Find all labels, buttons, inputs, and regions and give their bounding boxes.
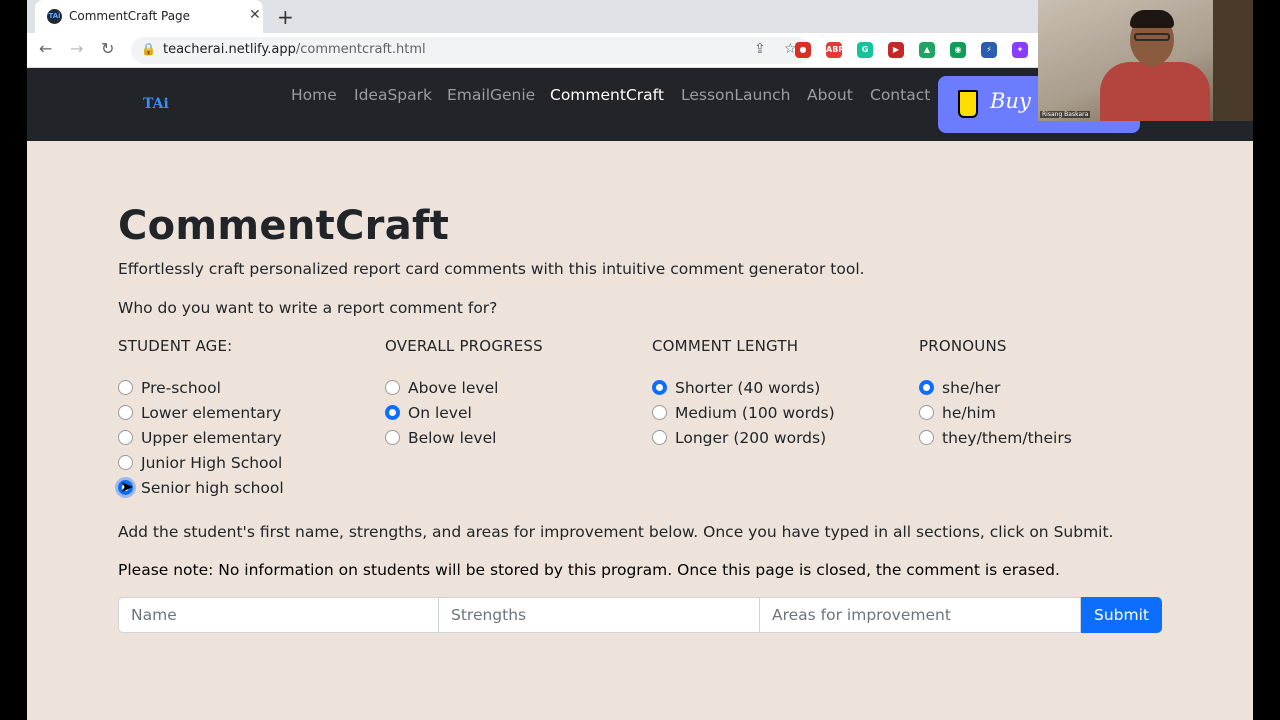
improvement-input[interactable] [760, 597, 1081, 633]
forward-icon[interactable]: → [70, 39, 83, 58]
radio-button[interactable] [118, 405, 133, 420]
screen: TAi CommentCraft Page ✕ + ← → ↻ 🔒 teache… [27, 0, 1253, 720]
radio-label: On level [408, 403, 472, 422]
pronouns-option[interactable]: he/him [919, 400, 1179, 425]
student-age-option[interactable]: Senior high school [118, 475, 378, 500]
radio-label: Upper elementary [141, 428, 282, 447]
webcam-name-label: Risang Baskara [1040, 111, 1091, 118]
page-lead: Effortlessly craft personalized report c… [118, 260, 865, 278]
instructions-text: Add the student's first name, strengths,… [118, 523, 1114, 541]
reload-icon[interactable]: ↻ [101, 39, 114, 58]
student-age-title: STUDENT AGE: [118, 337, 233, 355]
radio-button[interactable] [919, 405, 934, 420]
radio-label: Lower elementary [141, 403, 282, 422]
student-age-option[interactable]: Lower elementary [118, 400, 378, 425]
site-logo[interactable]: TAi [143, 96, 169, 112]
nav-contact[interactable]: Contact [870, 86, 930, 104]
webcam-person-glasses [1134, 33, 1170, 41]
radio-button[interactable] [118, 430, 133, 445]
radio-button[interactable] [919, 380, 934, 395]
sparkle-extension-icon[interactable]: ✦ [1012, 42, 1028, 58]
pronouns-option[interactable]: she/her [919, 375, 1179, 400]
stop-extension-icon[interactable]: ● [795, 42, 811, 58]
webcam-person-body [1100, 62, 1210, 121]
submit-button[interactable]: Submit [1081, 597, 1162, 633]
close-icon[interactable]: ✕ [249, 7, 261, 23]
browser-tab[interactable]: TAi CommentCraft Page ✕ [35, 0, 263, 33]
radio-label: he/him [942, 403, 996, 422]
pronouns-group: PRONOUNS she/her he/him they/them/theirs [919, 337, 1179, 450]
strengths-input[interactable] [439, 597, 760, 633]
media-extension-icon[interactable]: ▶ [888, 42, 904, 58]
privacy-note: Please note: No information on students … [118, 561, 1060, 579]
radio-label: Senior high school [141, 478, 284, 497]
page-title: CommentCraft [118, 203, 450, 249]
radio-button[interactable] [118, 380, 133, 395]
url-text: teacherai.netlify.app/commentcraft.html [163, 42, 426, 57]
student-age-option[interactable]: Pre-school [118, 375, 378, 400]
radio-label: Above level [408, 378, 499, 397]
radio-button[interactable] [652, 405, 667, 420]
radio-label: they/them/theirs [942, 428, 1072, 447]
overall-progress-group: OVERALL PROGRESS Above level On level Below… [385, 337, 645, 450]
mouse-cursor-icon: ➤ [120, 477, 134, 496]
address-bar[interactable]: 🔒 teacherai.netlify.app/commentcraft.htm… [131, 37, 811, 64]
webcam-shelf [1213, 0, 1253, 121]
comment-length-title: COMMENT LENGTH [652, 337, 799, 355]
overall-progress-option[interactable]: Below level [385, 425, 645, 450]
radio-label: Junior High School [141, 453, 283, 472]
radio-label: Pre-school [141, 378, 221, 397]
radio-button[interactable] [919, 430, 934, 445]
new-tab-icon[interactable]: + [277, 5, 294, 29]
radio-label: Medium (100 words) [675, 403, 835, 422]
screen-recorder-extension-icon[interactable]: ◉ [950, 42, 966, 58]
student-age-option[interactable]: Junior High School [118, 450, 378, 475]
tab-title: CommentCraft Page [69, 9, 191, 23]
bolt-extension-icon[interactable]: ⚡ [981, 42, 997, 58]
nav-commentcraft[interactable]: CommentCraft [550, 86, 664, 104]
pronouns-option[interactable]: they/them/theirs [919, 425, 1179, 450]
radio-button[interactable] [652, 430, 667, 445]
share-icon[interactable]: ⇪ [754, 41, 766, 57]
webcam-person-hair [1130, 10, 1174, 28]
overall-progress-title: OVERALL PROGRESS [385, 337, 543, 355]
pronouns-title: PRONOUNS [919, 337, 1007, 355]
nav-home[interactable]: Home [291, 86, 337, 104]
drive-extension-icon[interactable]: ▲ [919, 42, 935, 58]
overall-progress-option[interactable]: On level [385, 400, 645, 425]
url-path: /commentcraft.html [295, 42, 426, 57]
name-input[interactable] [118, 597, 439, 633]
comment-form: Submit [118, 597, 1162, 633]
adblock-extension-icon[interactable]: ABP [826, 42, 844, 58]
radio-label: she/her [942, 378, 1001, 397]
student-age-group: STUDENT AGE: Pre-school Lower elementary Up… [118, 337, 378, 500]
question-text: Who do you want to write a report commen… [118, 299, 498, 317]
nav-lessonlaunch[interactable]: LessonLaunch [681, 86, 790, 104]
radio-label: Longer (200 words) [675, 428, 827, 447]
tab-favicon-icon: TAi [47, 9, 62, 24]
radio-button[interactable] [385, 405, 400, 420]
webcam-overlay: Risang Baskara [1038, 0, 1253, 121]
radio-button[interactable] [652, 380, 667, 395]
radio-label: Below level [408, 428, 497, 447]
comment-length-group: COMMENT LENGTH Shorter (40 words) Medium (… [652, 337, 912, 450]
radio-button[interactable] [118, 455, 133, 470]
lock-icon: 🔒 [141, 42, 156, 56]
nav-about[interactable]: About [807, 86, 853, 104]
coffee-cup-icon [958, 90, 978, 118]
radio-label: Shorter (40 words) [675, 378, 821, 397]
student-age-option[interactable]: Upper elementary [118, 425, 378, 450]
comment-length-option[interactable]: Shorter (40 words) [652, 375, 912, 400]
comment-length-option[interactable]: Medium (100 words) [652, 400, 912, 425]
back-icon[interactable]: ← [39, 39, 52, 58]
radio-button[interactable] [385, 430, 400, 445]
url-host: teacherai.netlify.app [163, 42, 296, 57]
radio-button[interactable] [385, 380, 400, 395]
overall-progress-option[interactable]: Above level [385, 375, 645, 400]
nav-ideaspark[interactable]: IdeaSpark [354, 86, 432, 104]
grammarly-extension-icon[interactable]: G [857, 42, 873, 58]
comment-length-option[interactable]: Longer (200 words) [652, 425, 912, 450]
nav-emailgenie[interactable]: EmailGenie [447, 86, 535, 104]
